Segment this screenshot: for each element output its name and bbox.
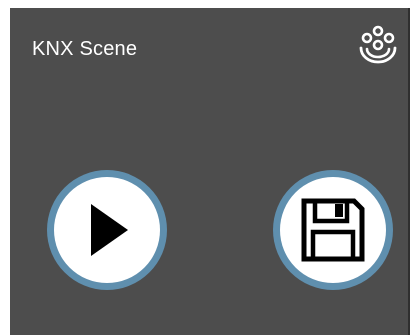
save-scene-button[interactable] [273, 170, 393, 290]
knx-scene-icon [354, 22, 402, 70]
panel-title: KNX Scene [32, 38, 138, 60]
save-button-face [280, 177, 386, 283]
play-icon [91, 204, 128, 256]
play-scene-button[interactable] [47, 170, 167, 290]
play-button-face [54, 177, 160, 283]
knx-scene-panel: KNX Scene [10, 8, 410, 335]
floppy-disk-save-icon [301, 198, 365, 262]
